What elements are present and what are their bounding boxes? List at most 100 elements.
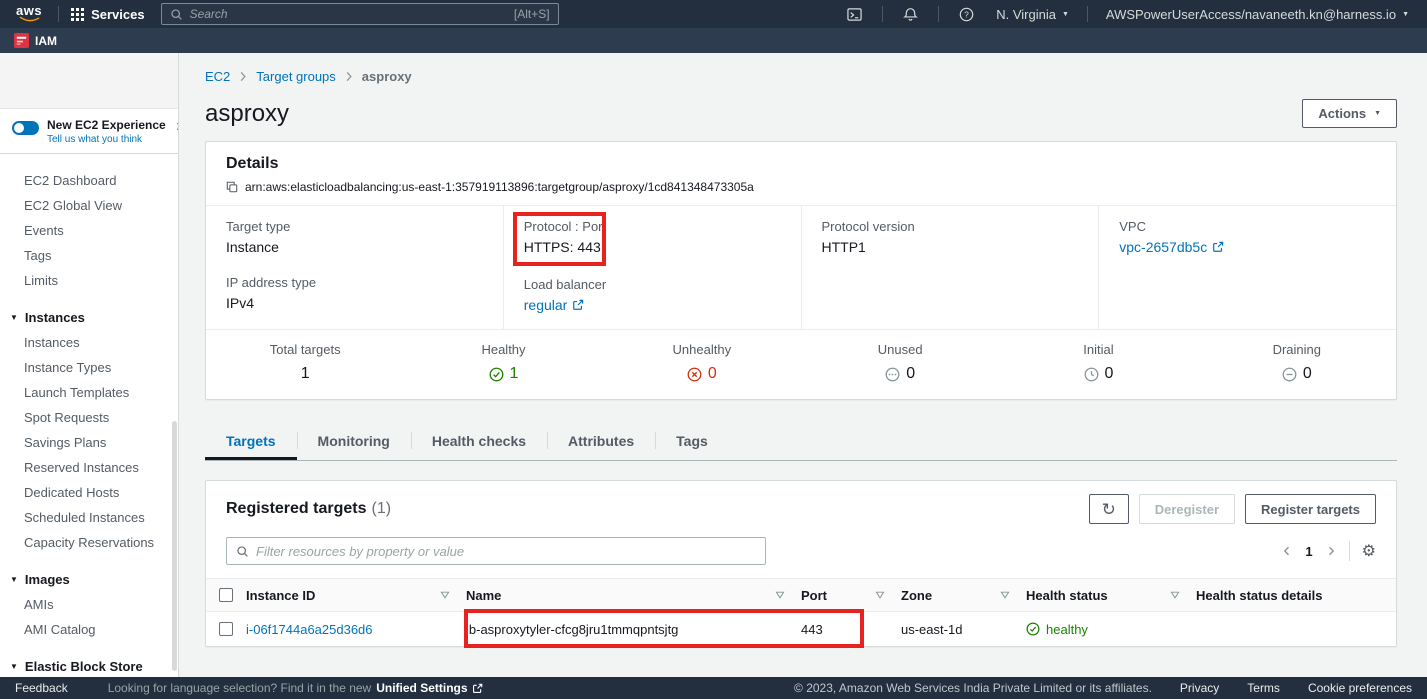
sidebar-item-ec2-dashboard[interactable]: EC2 Dashboard bbox=[0, 168, 178, 193]
new-experience-toggle[interactable] bbox=[12, 121, 39, 135]
refresh-button[interactable]: ↻ bbox=[1089, 494, 1129, 524]
register-targets-button[interactable]: Register targets bbox=[1245, 494, 1376, 524]
target-type-label: Target type bbox=[226, 219, 483, 234]
sidebar-item-instances[interactable]: Instances bbox=[0, 330, 178, 355]
sidebar-item-instance-types[interactable]: Instance Types bbox=[0, 355, 178, 380]
sidebar-item-capacity-reservations[interactable]: Capacity Reservations bbox=[0, 530, 178, 555]
column-header-health-status[interactable]: Health status bbox=[1026, 588, 1196, 603]
tab-bar: Targets Monitoring Health checks Attribu… bbox=[205, 423, 1397, 461]
sort-icon[interactable] bbox=[440, 591, 450, 599]
favorite-iam-link[interactable]: IAM bbox=[14, 33, 57, 48]
sidebar-item-limits[interactable]: Limits bbox=[0, 268, 178, 293]
load-balancer-link[interactable]: regular bbox=[524, 297, 585, 313]
refresh-icon: ↻ bbox=[1102, 501, 1116, 518]
cloudshell-button[interactable] bbox=[839, 7, 870, 22]
aws-logo[interactable]: aws bbox=[16, 5, 42, 23]
copy-arn-button[interactable] bbox=[226, 181, 238, 193]
nav-divider bbox=[938, 6, 939, 22]
chevron-right-icon bbox=[345, 71, 353, 82]
tab-tags[interactable]: Tags bbox=[655, 423, 729, 460]
cookie-preferences-link[interactable]: Cookie preferences bbox=[1308, 681, 1412, 695]
terms-link[interactable]: Terms bbox=[1247, 681, 1280, 695]
column-header-name[interactable]: Name bbox=[466, 588, 801, 603]
row-checkbox[interactable] bbox=[219, 622, 233, 636]
breadcrumb-target-groups-link[interactable]: Target groups bbox=[256, 69, 336, 84]
target-group-arn: arn:aws:elasticloadbalancing:us-east-1:3… bbox=[245, 180, 754, 194]
cloudshell-terminal-icon bbox=[847, 7, 862, 22]
sort-icon[interactable] bbox=[1170, 591, 1180, 599]
tab-targets[interactable]: Targets bbox=[205, 423, 297, 460]
chevron-left-icon bbox=[1281, 545, 1293, 557]
close-icon[interactable]: × bbox=[174, 118, 179, 136]
sidebar-section-instances[interactable]: ▼ Instances bbox=[0, 305, 178, 330]
account-menu[interactable]: AWSPowerUserAccess/navaneeth.kn@harness.… bbox=[1100, 7, 1415, 22]
sidebar-section-images[interactable]: ▼ Images bbox=[0, 567, 178, 592]
target-zone-cell: us-east-1d bbox=[901, 622, 1026, 637]
deregister-button[interactable]: Deregister bbox=[1139, 494, 1235, 524]
search-input[interactable] bbox=[190, 7, 507, 21]
notifications-button[interactable] bbox=[895, 7, 926, 22]
tab-health-checks[interactable]: Health checks bbox=[411, 423, 547, 460]
sidebar-scrollbar[interactable] bbox=[172, 421, 177, 671]
grid-icon bbox=[71, 8, 84, 21]
sidebar-item-ec2-global-view[interactable]: EC2 Global View bbox=[0, 193, 178, 218]
sidebar-item-amis[interactable]: AMIs bbox=[0, 592, 178, 617]
stat-draining: Draining 0 bbox=[1198, 342, 1396, 382]
instance-id-link[interactable]: i-06f1744a6a25d36d6 bbox=[246, 622, 373, 637]
region-selector[interactable]: N. Virginia ▼ bbox=[990, 7, 1075, 22]
unified-settings-link[interactable]: Unified Settings bbox=[376, 681, 482, 695]
sidebar-section-elastic-block-store[interactable]: ▼ Elastic Block Store bbox=[0, 654, 178, 677]
services-menu-button[interactable]: Services bbox=[71, 7, 145, 22]
sidebar-item-tags[interactable]: Tags bbox=[0, 243, 178, 268]
vpc-link[interactable]: vpc-2657db5c bbox=[1119, 239, 1224, 255]
tab-attributes[interactable]: Attributes bbox=[547, 423, 655, 460]
check-circle-icon bbox=[1026, 622, 1040, 636]
table-settings-button[interactable]: ⚙ bbox=[1362, 541, 1376, 561]
ip-address-type-label: IP address type bbox=[226, 275, 483, 290]
feedback-link[interactable]: Feedback bbox=[15, 681, 68, 695]
filter-box[interactable] bbox=[226, 537, 766, 565]
protocol-version-label: Protocol version bbox=[822, 219, 1079, 234]
help-button[interactable]: ? bbox=[951, 7, 982, 22]
details-column-2: Protocol : Port HTTPS: 443 Load balancer… bbox=[503, 206, 801, 329]
stat-total-targets: Total targets 1 bbox=[206, 342, 404, 382]
sort-icon[interactable] bbox=[875, 591, 885, 599]
new-experience-feedback-link[interactable]: Tell us what you think bbox=[47, 134, 166, 145]
sort-icon[interactable] bbox=[775, 591, 785, 599]
x-circle-icon bbox=[687, 367, 702, 382]
filter-input[interactable] bbox=[256, 544, 756, 559]
table-header-row: Instance ID Name Port Zone bbox=[206, 579, 1396, 612]
minus-circle-icon bbox=[1282, 367, 1297, 382]
search-icon bbox=[170, 8, 183, 21]
stat-initial-value: 0 bbox=[1105, 366, 1114, 382]
sidebar-item-launch-templates[interactable]: Launch Templates bbox=[0, 380, 178, 405]
sidebar-item-dedicated-hosts[interactable]: Dedicated Hosts bbox=[0, 480, 178, 505]
copy-icon bbox=[226, 181, 238, 193]
stat-initial-label: Initial bbox=[999, 342, 1197, 357]
page-number[interactable]: 1 bbox=[1305, 544, 1312, 559]
privacy-link[interactable]: Privacy bbox=[1180, 681, 1219, 695]
column-header-instance-id[interactable]: Instance ID bbox=[246, 588, 466, 603]
pagination-divider bbox=[1349, 541, 1350, 561]
column-header-port[interactable]: Port bbox=[801, 588, 901, 603]
stat-unused: Unused 0 bbox=[801, 342, 999, 382]
select-all-checkbox[interactable] bbox=[219, 588, 233, 602]
tab-monitoring[interactable]: Monitoring bbox=[297, 423, 411, 460]
external-link-icon bbox=[1212, 241, 1224, 253]
sidebar-item-ami-catalog[interactable]: AMI Catalog bbox=[0, 617, 178, 642]
target-health-summary: Total targets 1 Healthy 1 Unhealthy 0 bbox=[206, 329, 1396, 399]
previous-page-button[interactable] bbox=[1281, 545, 1293, 557]
sidebar-item-spot-requests[interactable]: Spot Requests bbox=[0, 405, 178, 430]
registered-targets-table: Instance ID Name Port Zone bbox=[206, 578, 1396, 646]
actions-button[interactable]: Actions ▼ bbox=[1302, 99, 1397, 128]
sort-icon[interactable] bbox=[1000, 591, 1010, 599]
target-type-value: Instance bbox=[226, 239, 483, 255]
sidebar-item-reserved-instances[interactable]: Reserved Instances bbox=[0, 455, 178, 480]
next-page-button[interactable] bbox=[1325, 545, 1337, 557]
global-search-box[interactable]: [Alt+S] bbox=[161, 3, 559, 25]
column-header-zone[interactable]: Zone bbox=[901, 588, 1026, 603]
sidebar-item-savings-plans[interactable]: Savings Plans bbox=[0, 430, 178, 455]
sidebar-item-scheduled-instances[interactable]: Scheduled Instances bbox=[0, 505, 178, 530]
sidebar-item-events[interactable]: Events bbox=[0, 218, 178, 243]
breadcrumb-ec2-link[interactable]: EC2 bbox=[205, 69, 230, 84]
